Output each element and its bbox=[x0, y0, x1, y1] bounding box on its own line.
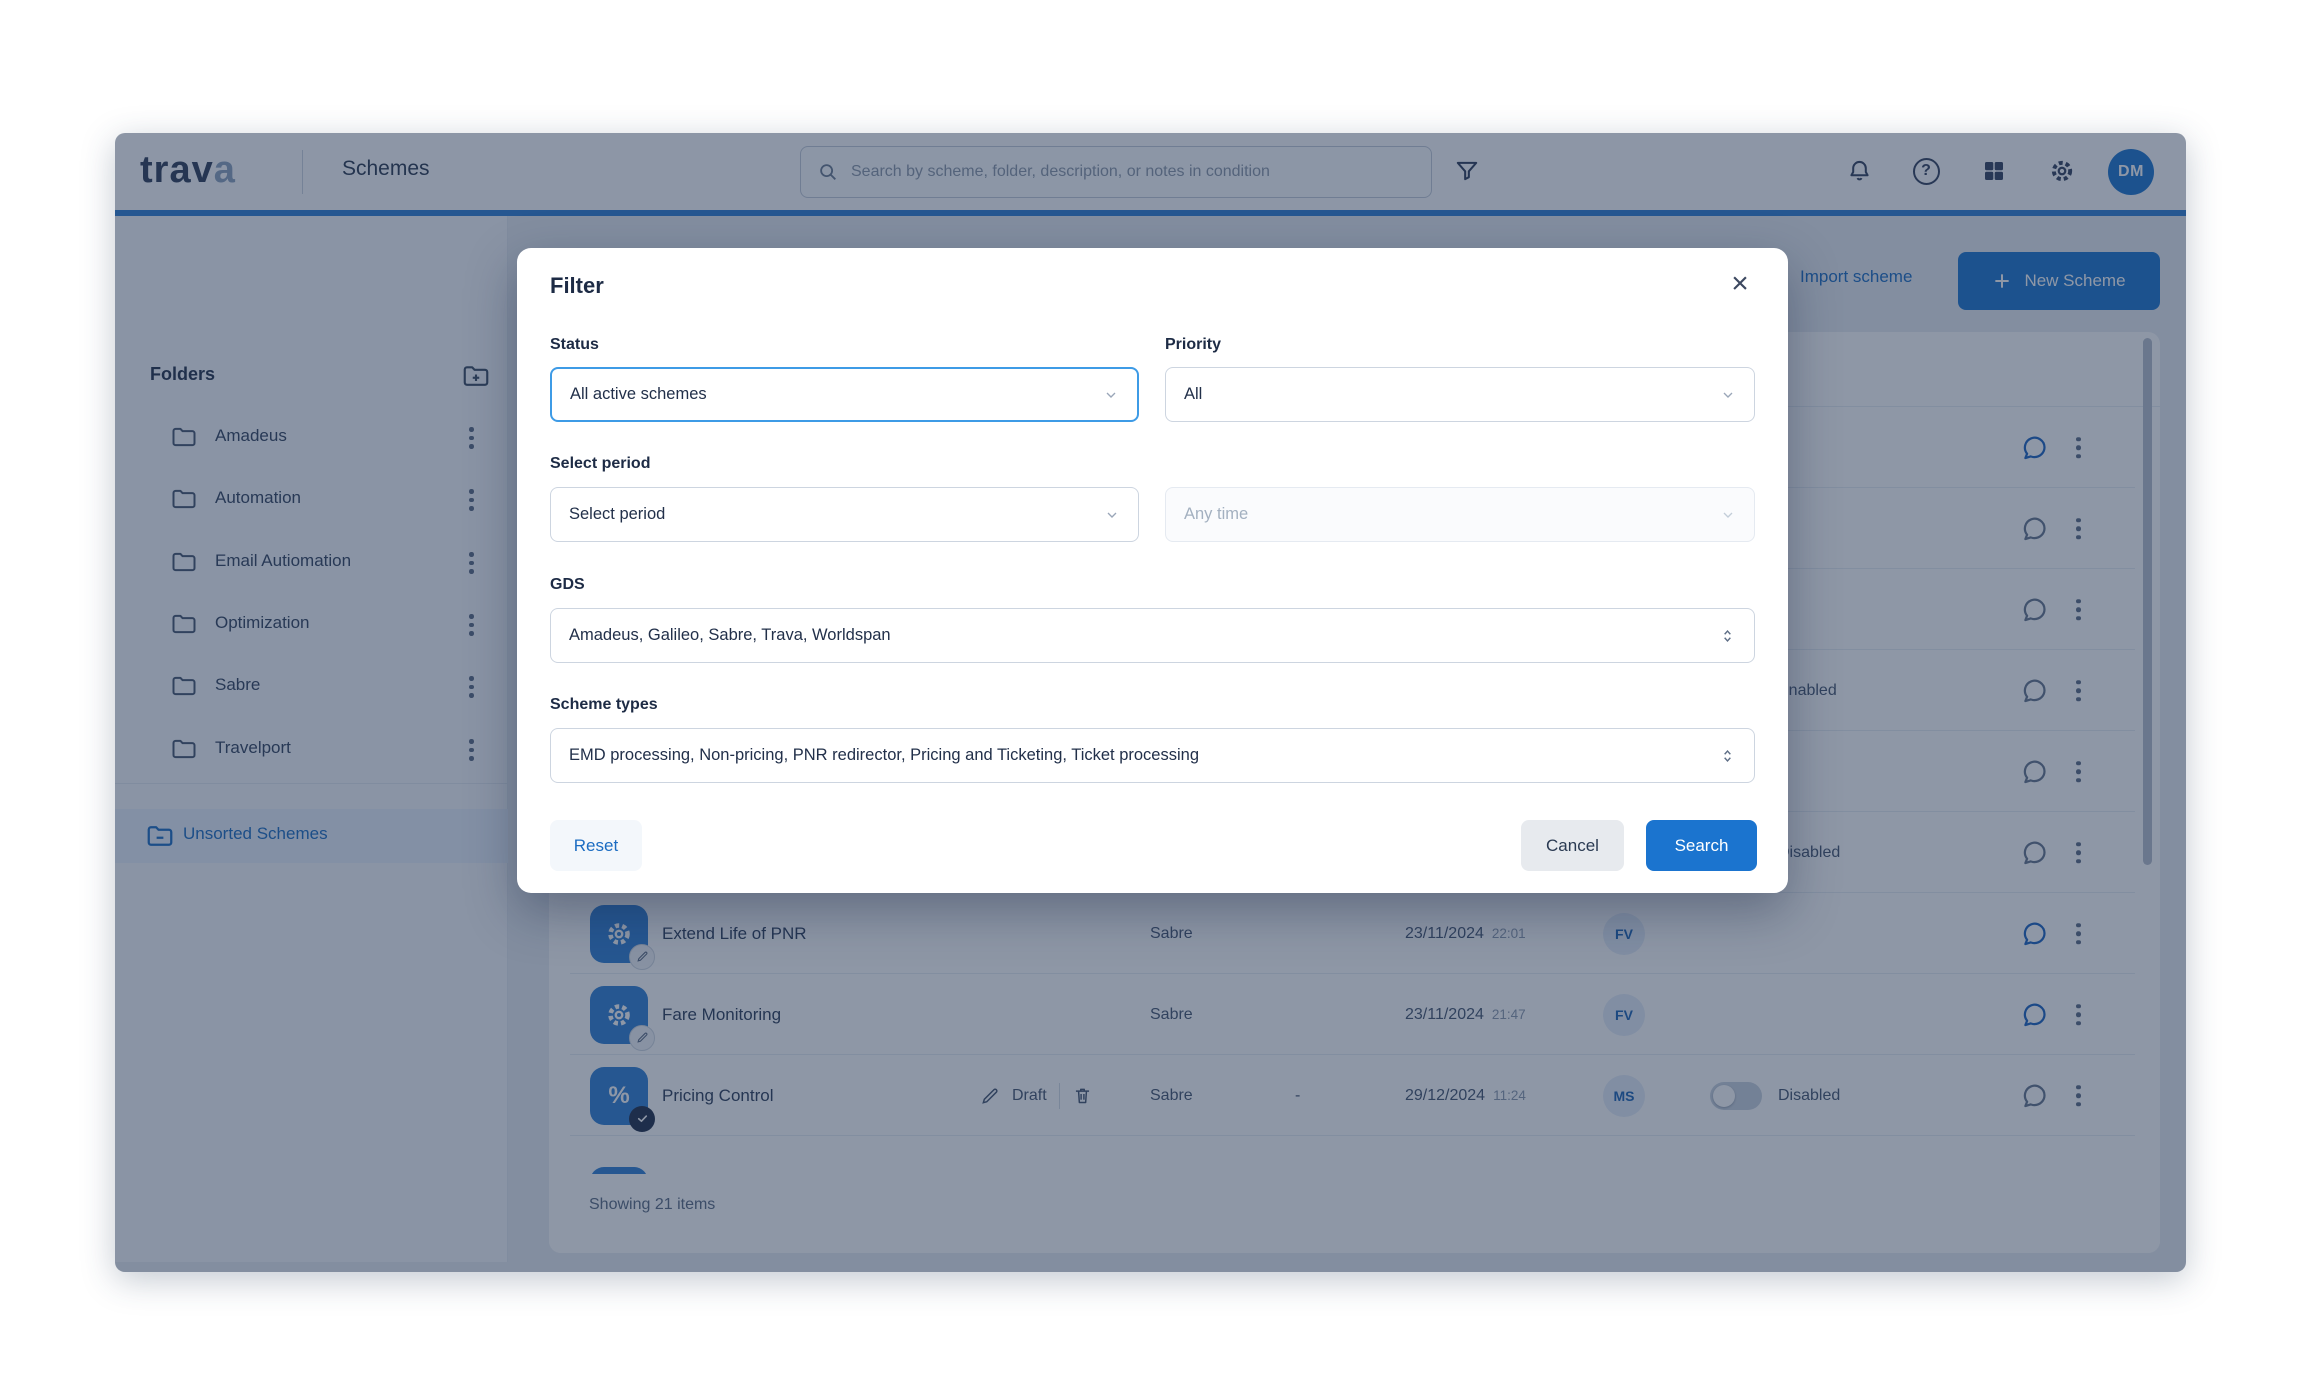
app-window: trava Schemes ? DM Folders bbox=[115, 133, 2186, 1272]
time-value: Any time bbox=[1184, 505, 1248, 524]
gds-label: GDS bbox=[550, 576, 585, 594]
modal-title: Filter bbox=[550, 273, 604, 299]
priority-select[interactable]: All bbox=[1165, 367, 1755, 422]
updown-chevron-icon bbox=[1719, 626, 1736, 646]
page: trava Schemes ? DM Folders bbox=[0, 0, 2304, 1383]
period-value: Select period bbox=[569, 505, 665, 524]
gds-select[interactable]: Amadeus, Galileo, Sabre, Trava, Worldspa… bbox=[550, 608, 1755, 663]
chevron-down-icon bbox=[1720, 507, 1736, 523]
chevron-down-icon bbox=[1103, 387, 1119, 403]
period-label: Select period bbox=[550, 455, 650, 473]
search-button[interactable]: Search bbox=[1646, 820, 1757, 871]
chevron-down-icon bbox=[1104, 507, 1120, 523]
cancel-button[interactable]: Cancel bbox=[1521, 820, 1624, 871]
gds-value: Amadeus, Galileo, Sabre, Trava, Worldspa… bbox=[569, 626, 891, 645]
priority-label: Priority bbox=[1165, 336, 1221, 354]
time-select: Any time bbox=[1165, 487, 1755, 542]
priority-value: All bbox=[1184, 385, 1202, 404]
period-select[interactable]: Select period bbox=[550, 487, 1139, 542]
close-icon[interactable]: × bbox=[1718, 262, 1762, 306]
scheme-types-select[interactable]: EMD processing, Non-pricing, PNR redirec… bbox=[550, 728, 1755, 783]
reset-button[interactable]: Reset bbox=[550, 820, 642, 871]
status-select[interactable]: All active schemes bbox=[550, 367, 1139, 422]
status-label: Status bbox=[550, 336, 599, 354]
chevron-down-icon bbox=[1720, 387, 1736, 403]
scheme-types-label: Scheme types bbox=[550, 696, 658, 714]
updown-chevron-icon bbox=[1719, 746, 1736, 766]
scheme-types-value: EMD processing, Non-pricing, PNR redirec… bbox=[569, 746, 1199, 765]
filter-modal: Filter × Status All active schemes Prior… bbox=[517, 248, 1788, 893]
status-value: All active schemes bbox=[570, 385, 707, 404]
